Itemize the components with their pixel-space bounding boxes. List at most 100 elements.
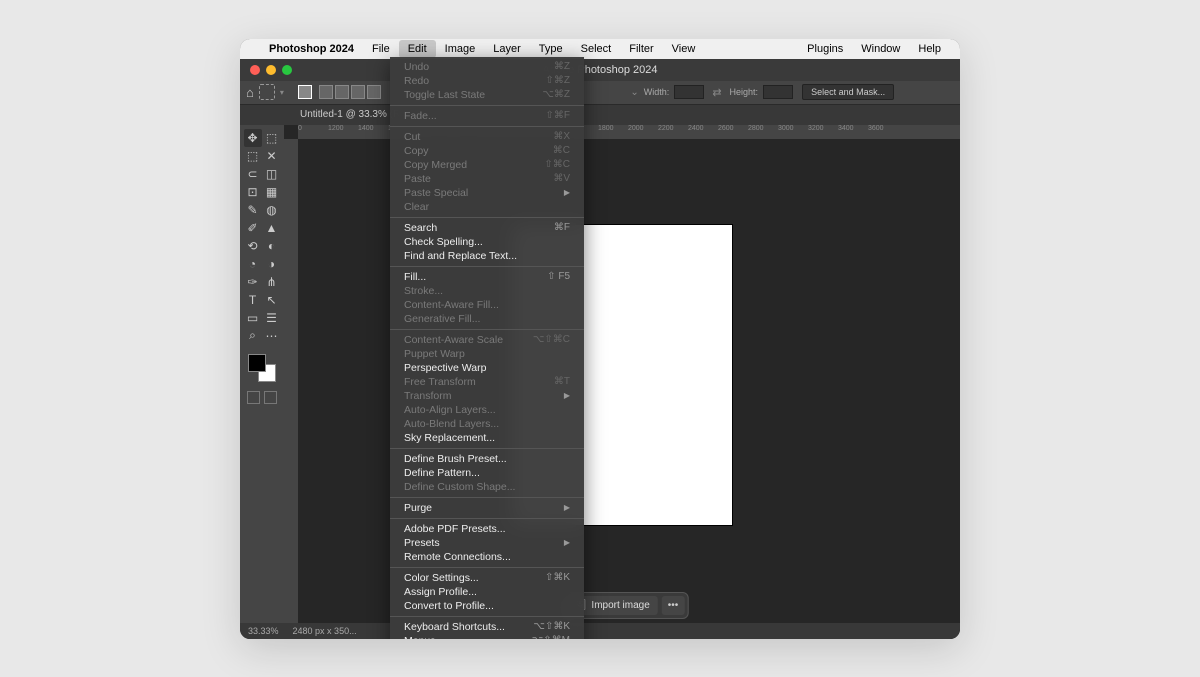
tool-path[interactable]: T [244,291,262,309]
menu-layer[interactable]: Layer [484,40,530,58]
tool-marquee-rect[interactable]: ⬚ [244,147,262,165]
menu-item-convert-to-profile[interactable]: Convert to Profile... [390,599,584,613]
menu-item-check-spelling[interactable]: Check Spelling... [390,235,584,249]
close-icon[interactable] [250,65,260,75]
menu-select[interactable]: Select [572,40,621,58]
options-bar: ⌂ ▾ ⌄ Width: ⇄ Height: Select and Mask..… [240,81,960,105]
tool-rect[interactable]: ▭ [244,309,262,327]
menu-item-adobe-pdf-presets[interactable]: Adobe PDF Presets... [390,522,584,536]
menu-item-fade: Fade...⇧⌘F [390,109,584,123]
tool-brush[interactable]: ✐ [244,219,262,237]
edit-menu-dropdown: Undo⌘ZRedo⇧⌘ZToggle Last State⌥⌘Z Fade...… [390,57,584,639]
menu-item-transform: Transform▶ [390,389,584,403]
width-label: Width: [644,87,670,97]
document-tab[interactable]: Untitled-1 @ 33.3% (R [300,109,400,120]
tool-stamp[interactable]: ▲ [263,219,281,237]
menu-item-menus[interactable]: Menus...⌥⇧⌘M [390,634,584,639]
foreground-color[interactable] [248,354,266,372]
menu-type[interactable]: Type [530,40,572,58]
menu-item-stroke: Stroke... [390,284,584,298]
tool-zoom[interactable]: ⌕ [244,327,262,345]
app-window: Photoshop 2024 FileEditImageLayerTypeSel… [240,39,960,639]
screenmode-icon[interactable] [264,391,277,404]
width-input[interactable] [674,85,704,99]
menu-image[interactable]: Image [436,40,485,58]
tool-more[interactable]: ☰ [263,309,281,327]
height-input[interactable] [763,85,793,99]
menu-item-undo: Undo⌘Z [390,60,584,74]
document-tabs: Untitled-1 @ 33.3% (R [240,105,960,125]
tool-pen[interactable]: ✑ [244,273,262,291]
menu-item-free-transform: Free Transform⌘T [390,375,584,389]
tool-artboard[interactable]: ⬚ [263,129,281,147]
mode-add-icon[interactable] [335,85,349,99]
tool-history[interactable]: ⟲ [244,237,262,255]
menu-plugins[interactable]: Plugins [798,40,852,58]
menu-item-content-aware-scale: Content-Aware Scale⌥⇧⌘C [390,333,584,347]
app-name[interactable]: Photoshop 2024 [260,40,363,58]
menu-item-find-and-replace-text[interactable]: Find and Replace Text... [390,249,584,263]
menu-item-copy: Copy⌘C [390,144,584,158]
tool-marquee-ellipse[interactable]: ✕ [263,147,281,165]
tool-dodge[interactable]: ◑ [263,255,281,273]
toolbar: ✥⬚⬚✕⊂◫⊡▦✎◍✐▲⟲◐◔◑✑⋔T↖▭☰⌕⋯ [240,125,284,639]
tool-hand[interactable]: ↖ [263,291,281,309]
menu-item-remote-connections[interactable]: Remote Connections... [390,550,584,564]
color-swatch[interactable] [248,354,276,382]
menu-item-define-pattern[interactable]: Define Pattern... [390,466,584,480]
menu-item-purge[interactable]: Purge▶ [390,501,584,515]
menu-item-presets[interactable]: Presets▶ [390,536,584,550]
select-and-mask-button[interactable]: Select and Mask... [802,84,894,100]
menu-file[interactable]: File [363,40,399,58]
mode-intersect-icon[interactable] [367,85,381,99]
tool-patch[interactable]: ◍ [263,201,281,219]
menu-item-puppet-warp: Puppet Warp [390,347,584,361]
menu-item-search[interactable]: Search⌘F [390,221,584,235]
home-icon[interactable]: ⌂ [246,85,254,100]
status-bar: 33.33% 2480 px x 350... [240,623,960,639]
menu-item-perspective-warp[interactable]: Perspective Warp [390,361,584,375]
menubar: Photoshop 2024 FileEditImageLayerTypeSel… [240,39,960,59]
swap-icon[interactable]: ⇄ [712,86,721,99]
menu-item-fill[interactable]: Fill...⇧ F5 [390,270,584,284]
menu-view[interactable]: View [663,40,705,58]
menu-help[interactable]: Help [909,40,950,58]
menu-window[interactable]: Window [852,40,909,58]
mode-sub-icon[interactable] [351,85,365,99]
tool-lasso[interactable]: ⊂ [244,165,262,183]
tool-gradient[interactable]: ◐ [263,237,281,255]
titlebar: Adobe Photoshop 2024 [240,59,960,81]
menu-item-paste: Paste⌘V [390,172,584,186]
ruler-vertical[interactable] [284,139,298,639]
zoom-level[interactable]: 33.33% [248,626,279,636]
selection-mode-icon[interactable] [298,85,312,99]
fullscreen-icon[interactable] [282,65,292,75]
menu-item-define-brush-preset[interactable]: Define Brush Preset... [390,452,584,466]
doc-dimensions: 2480 px x 350... [293,626,357,636]
tool-quick-select[interactable]: ◫ [263,165,281,183]
tool-blur[interactable]: ◔ [244,255,262,273]
minimize-icon[interactable] [266,65,276,75]
menu-item-cut: Cut⌘X [390,130,584,144]
tool-move[interactable]: ✥ [244,129,262,147]
menu-filter[interactable]: Filter [620,40,662,58]
tool-editbar[interactable]: ⋯ [263,327,281,345]
menu-item-sky-replacement[interactable]: Sky Replacement... [390,431,584,445]
more-button[interactable]: ••• [662,596,685,615]
tool-preset-icon[interactable] [259,84,275,100]
menu-item-assign-profile[interactable]: Assign Profile... [390,585,584,599]
tool-crop[interactable]: ⊡ [244,183,262,201]
menu-item-keyboard-shortcuts[interactable]: Keyboard Shortcuts...⌥⇧⌘K [390,620,584,634]
menu-item-generative-fill: Generative Fill... [390,312,584,326]
tool-type[interactable]: ⋔ [263,273,281,291]
menu-item-color-settings[interactable]: Color Settings...⇧⌘K [390,571,584,585]
menu-item-redo: Redo⇧⌘Z [390,74,584,88]
height-label: Height: [730,87,759,97]
tool-frame[interactable]: ▦ [263,183,281,201]
mode-new-icon[interactable] [319,85,333,99]
menu-edit[interactable]: Edit [399,40,436,58]
menu-item-toggle-last-state: Toggle Last State⌥⌘Z [390,88,584,102]
menu-item-content-aware-fill: Content-Aware Fill... [390,298,584,312]
quickmask-icon[interactable] [247,391,260,404]
tool-eyedrop[interactable]: ✎ [244,201,262,219]
